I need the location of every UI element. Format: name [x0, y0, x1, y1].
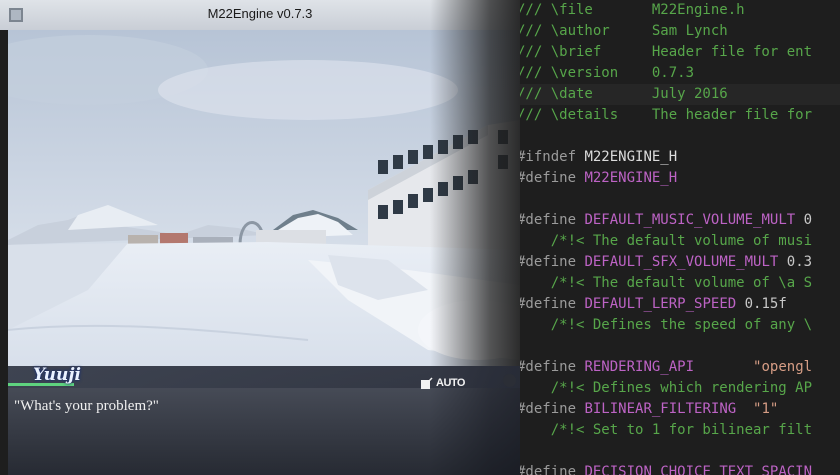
- code-line[interactable]: #define DECISION_CHOICE_TEXT_SPACIN: [517, 462, 812, 475]
- preprocessor-keyword: #define: [517, 401, 577, 417]
- scroll-knob[interactable]: [503, 374, 516, 387]
- code-line[interactable]: /// \version 0.7.3: [517, 63, 694, 84]
- macro-value: 0.3: [786, 254, 813, 270]
- preprocessor-keyword: #define: [517, 254, 577, 270]
- current-code-line[interactable]: /// \date July 2016: [510, 84, 840, 105]
- macro-name: M22ENGINE_H: [584, 149, 678, 165]
- macro-name: DEFAULT_MUSIC_VOLUME_MULT: [584, 212, 796, 228]
- code-line[interactable]: /*!< The default volume of \a S: [517, 273, 812, 294]
- code-line[interactable]: /*!< Defines the speed of any \: [517, 315, 812, 336]
- code-line[interactable]: #define RENDERING_API "opengl: [517, 357, 812, 378]
- macro-name: M22ENGINE_H: [584, 170, 678, 186]
- code-line[interactable]: /// \author Sam Lynch: [517, 21, 728, 42]
- code-line[interactable]: /*!< Defines which rendering AP: [517, 378, 812, 399]
- preprocessor-keyword: #define: [517, 359, 577, 375]
- macro-value: 0: [803, 212, 813, 228]
- auto-advance-icon: [421, 377, 433, 389]
- code-line[interactable]: #define DEFAULT_LERP_SPEED 0.15f: [517, 294, 787, 315]
- macro-name: BILINEAR_FILTERING: [584, 401, 737, 417]
- game-window[interactable]: M22Engine v0.7.3 Yuuji "What's your prob…: [0, 0, 520, 475]
- macro-value: "1": [753, 401, 779, 417]
- code-line[interactable]: #define DEFAULT_SFX_VOLUME_MULT 0.3: [517, 252, 812, 273]
- code-line[interactable]: /// \brief Header file for ent: [517, 42, 812, 63]
- macro-value: "opengl: [753, 359, 813, 375]
- auto-button[interactable]: AUTO: [436, 377, 465, 389]
- code-line[interactable]: /*!< The default volume of musi: [517, 231, 812, 252]
- macro-name: DECISION_CHOICE_TEXT_SPACIN: [584, 464, 813, 475]
- code-line[interactable]: #ifndef M22ENGINE_H: [517, 147, 677, 168]
- code-line[interactable]: /// \file M22Engine.h: [517, 0, 745, 21]
- preprocessor-keyword: #define: [517, 464, 577, 475]
- macro-name: DEFAULT_SFX_VOLUME_MULT: [584, 254, 779, 270]
- macro-name: RENDERING_API: [584, 359, 695, 375]
- code-line[interactable]: #define M22ENGINE_H: [517, 168, 677, 189]
- macro-value: 0.15f: [744, 296, 787, 312]
- code-line[interactable]: #define DEFAULT_MUSIC_VOLUME_MULT 0: [517, 210, 812, 231]
- preprocessor-keyword: #define: [517, 170, 577, 186]
- code-line[interactable]: /*!< Set to 1 for bilinear filt: [517, 420, 812, 441]
- code-line[interactable]: #define BILINEAR_FILTERING "1": [517, 399, 778, 420]
- dialogue-text: "What's your problem?": [14, 398, 159, 414]
- speaker-name: Yuuji: [33, 365, 81, 385]
- preprocessor-keyword: #define: [517, 296, 577, 312]
- macro-name: DEFAULT_LERP_SPEED: [584, 296, 737, 312]
- preprocessor-keyword: #ifndef: [517, 149, 577, 165]
- code-line[interactable]: /// \details The header file for: [517, 105, 812, 126]
- preprocessor-keyword: #define: [517, 212, 577, 228]
